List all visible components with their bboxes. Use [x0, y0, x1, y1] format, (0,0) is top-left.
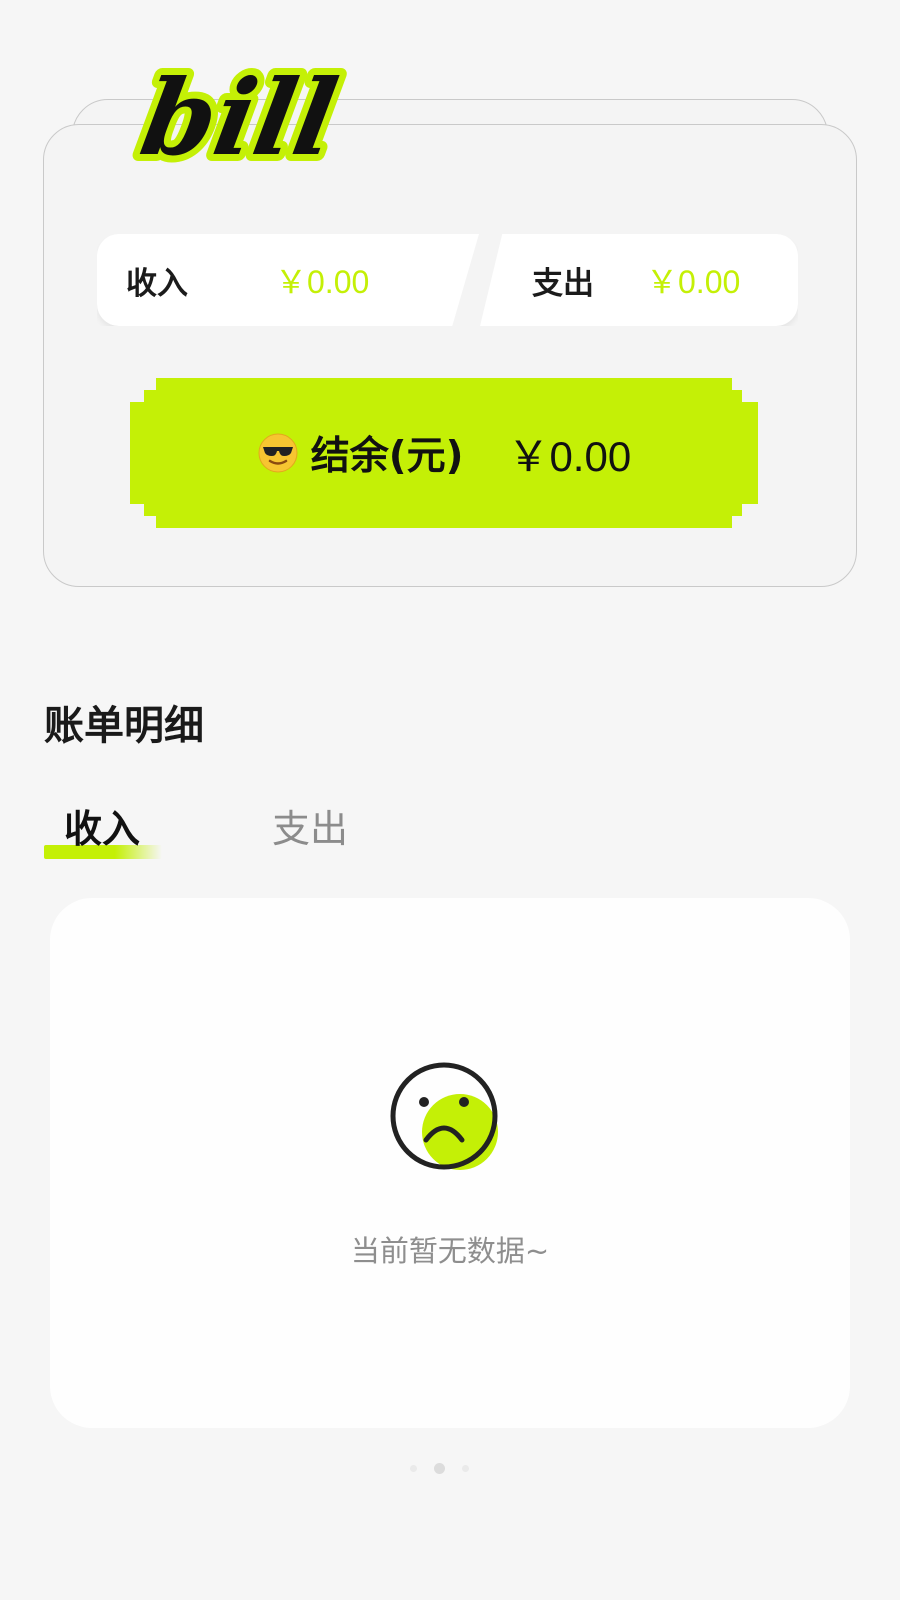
empty-state-message: 当前暂无数据~: [350, 1234, 550, 1268]
bill-page: bill bill 收入 ￥0.00 支出 ￥0.00 结余(元) ￥0.00 …: [0, 0, 900, 1600]
income-summary-label: 收入: [126, 265, 188, 302]
sad-face-icon: [390, 1062, 498, 1170]
expense-summary-label: 支出: [532, 265, 594, 302]
tab-income[interactable]: 收入: [64, 798, 140, 853]
income-summary-value: ￥0.00: [275, 264, 370, 300]
balance-banner: 结余(元) ￥0.00: [130, 378, 758, 528]
income-summary: 收入 ￥0.00: [97, 234, 479, 326]
balance-value: ￥0.00: [507, 432, 632, 480]
expense-summary: 支出 ￥0.00: [480, 234, 798, 326]
page-dot-active: [434, 1463, 445, 1474]
bill-details-title: 账单明细: [44, 703, 204, 749]
expense-summary-value: ￥0.00: [646, 264, 741, 300]
page-indicator: [410, 1462, 490, 1474]
page-dot: [462, 1465, 469, 1472]
sunglasses-emoji-icon: [258, 433, 298, 473]
bill-type-tabs: 收入 支出: [44, 798, 544, 859]
page-dot: [410, 1465, 417, 1472]
bill-logo: bill bill: [126, 50, 353, 186]
tab-expense[interactable]: 支出: [272, 798, 348, 853]
balance-label: 结余(元): [310, 434, 464, 479]
bill-logo-text: bill: [133, 57, 346, 179]
